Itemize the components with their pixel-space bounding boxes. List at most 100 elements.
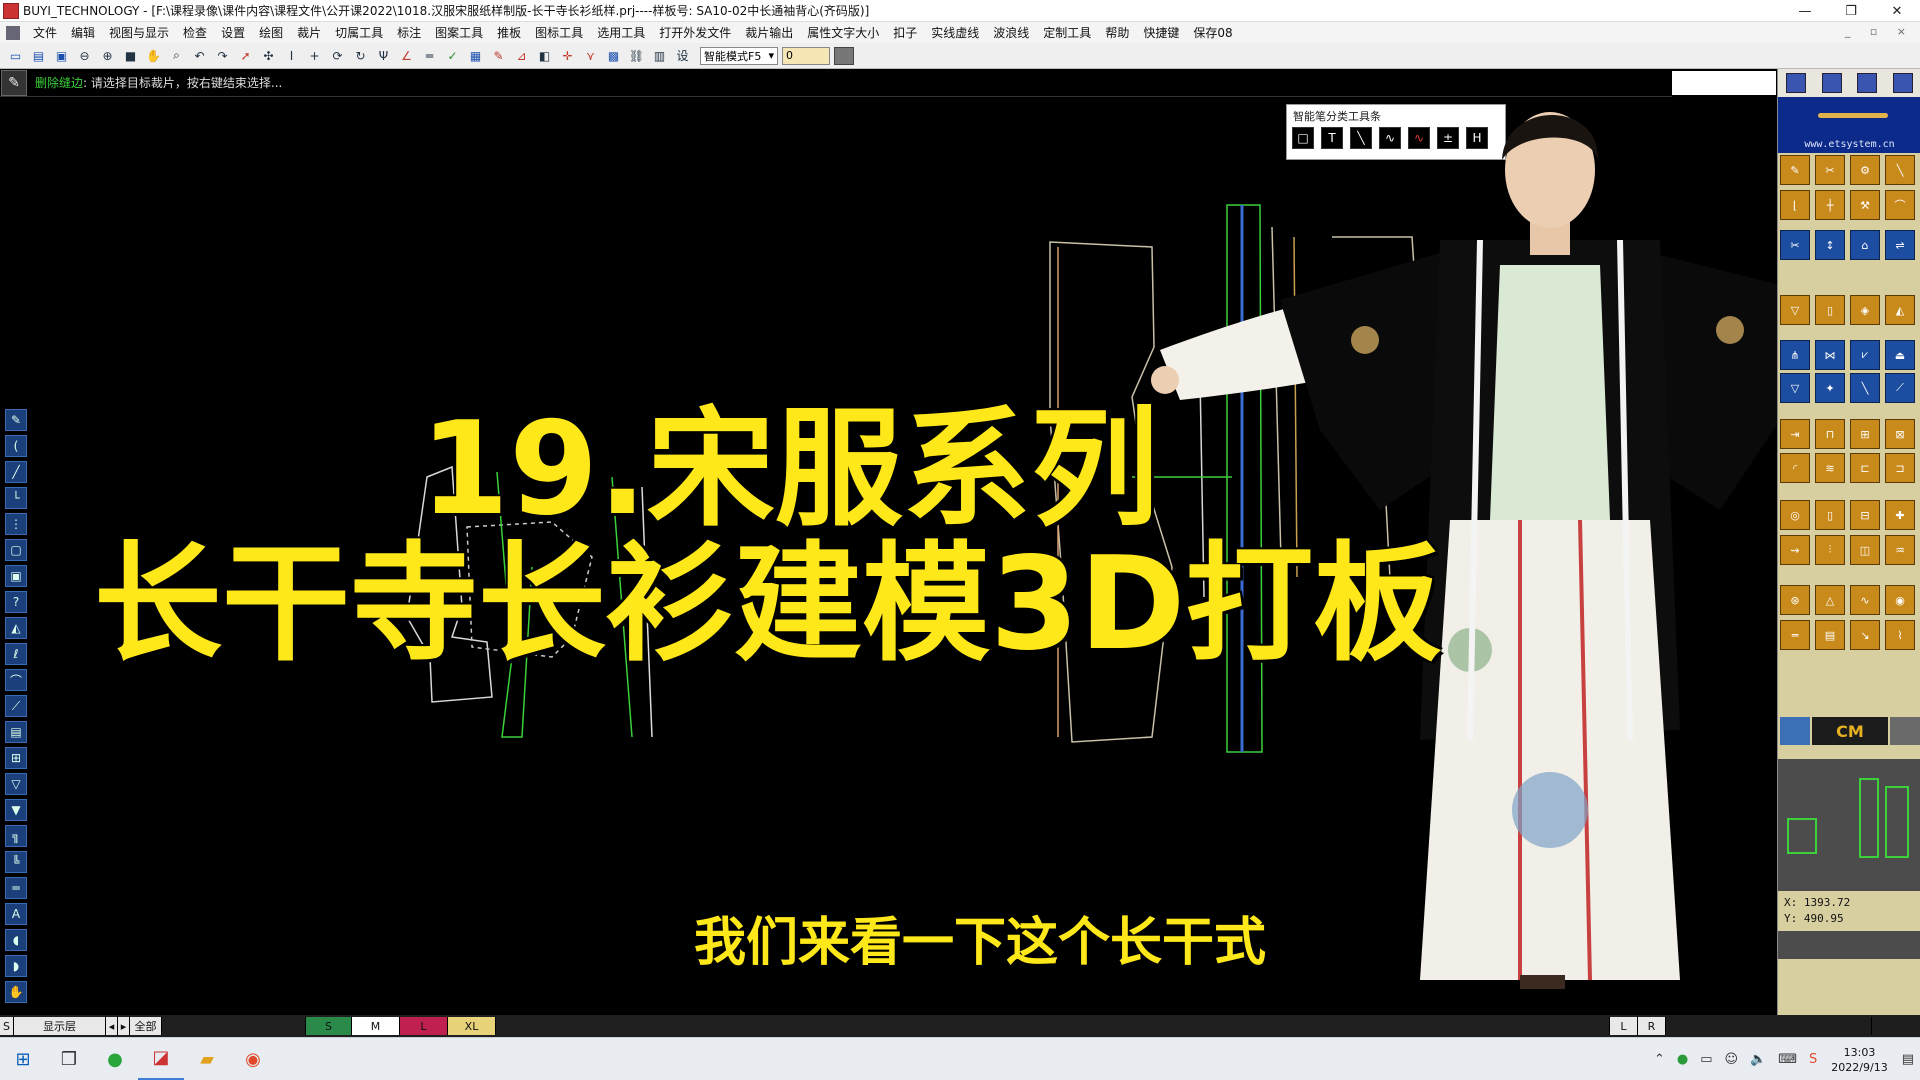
volume-icon[interactable]: 🔈 [1750, 1052, 1766, 1067]
right-tool-20-icon[interactable]: ⏏ [1885, 340, 1915, 370]
right-tool-9-icon[interactable]: ✂ [1780, 230, 1810, 260]
scroll-right-icon[interactable]: ▸ [118, 1017, 130, 1035]
clock[interactable]: 13:03 2022/9/13 [1831, 1045, 1887, 1075]
size-l-button[interactable]: L [400, 1017, 448, 1035]
menu-edit[interactable]: 编辑 [64, 24, 102, 41]
right-tool-26-icon[interactable]: ⊓ [1815, 419, 1845, 449]
right-tool-17-icon[interactable]: ⋔ [1780, 340, 1810, 370]
save-icon[interactable]: ▣ [52, 46, 71, 65]
right-tool-44-icon[interactable]: ◉ [1885, 585, 1915, 615]
right-tool-41-icon[interactable]: ⊛ [1780, 585, 1810, 615]
undo-icon[interactable]: ↶ [190, 46, 209, 65]
right-tool-13-icon[interactable]: ▽ [1780, 295, 1810, 325]
input-method-icon[interactable]: S [1809, 1052, 1817, 1067]
right-tool-2-icon[interactable]: ✂ [1815, 155, 1845, 185]
user-icon[interactable]: ☺ [1725, 1052, 1739, 1067]
right-tool-37-icon[interactable]: ⇝ [1780, 535, 1810, 565]
menu-settings[interactable]: 设置 [214, 24, 252, 41]
panel-icon-4[interactable] [1893, 73, 1914, 93]
scroll-left-icon[interactable]: ◂ [106, 1017, 118, 1035]
right-tool-43-icon[interactable]: ∿ [1850, 585, 1880, 615]
fit-view-icon[interactable]: ■ [121, 46, 140, 65]
all-sizes-button[interactable]: 全部 [130, 1017, 162, 1035]
right-tool-24-icon[interactable]: ⟋ [1885, 373, 1915, 403]
menu-cut-tools[interactable]: 切属工具 [328, 24, 390, 41]
slope-tool-icon[interactable]: ⟋ [5, 695, 27, 717]
mdi-controls[interactable]: _ ▫ × [1845, 25, 1914, 38]
right-tool-1-icon[interactable]: ✎ [1780, 155, 1810, 185]
new-file-icon[interactable]: ▭ [6, 46, 25, 65]
right-tool-32-icon[interactable]: ⊐ [1885, 453, 1915, 483]
menu-custom-tools[interactable]: 定制工具 [1036, 24, 1098, 41]
right-tool-42-icon[interactable]: △ [1815, 585, 1845, 615]
right-tool-33-icon[interactable]: ◎ [1780, 500, 1810, 530]
color-palette-icon[interactable]: ◧ [535, 46, 554, 65]
seam-tool-icon[interactable]: ╚ [5, 851, 27, 873]
grade-tool-icon[interactable]: ⊞ [5, 747, 27, 769]
parallel-line-icon[interactable]: ═ [420, 46, 439, 65]
hand-tool-icon[interactable]: ✋ [5, 981, 27, 1003]
menu-shortcuts[interactable]: 快捷键 [1136, 24, 1186, 41]
menu-pieces[interactable]: 裁片 [290, 24, 328, 41]
pen-tool-icon[interactable]: ✎ [489, 46, 508, 65]
mode-select[interactable]: 智能模式F5 ▾ [700, 46, 778, 65]
panel-icon-1[interactable] [1785, 73, 1806, 93]
select-arrow-icon[interactable]: ➚ [236, 46, 255, 65]
right-tool-14-icon[interactable]: ▯ [1815, 295, 1845, 325]
menu-icon-tools[interactable]: 图标工具 [528, 24, 590, 41]
file-explorer-icon[interactable]: ▰ [184, 1038, 230, 1080]
right-tool-19-icon[interactable]: ⩗ [1850, 340, 1880, 370]
right-tool-8-icon[interactable]: ⌒ [1885, 190, 1915, 220]
dart-icon[interactable]: ▽ [5, 773, 27, 795]
right-tool-45-icon[interactable]: ═ [1780, 620, 1810, 650]
wechat-icon[interactable]: ● [92, 1038, 138, 1080]
right-tool-25-icon[interactable]: ⇥ [1780, 419, 1810, 449]
dart-tool-icon[interactable]: ⋎ [581, 46, 600, 65]
notification-icon[interactable]: ▤ [1902, 1052, 1914, 1067]
right-tool-22-icon[interactable]: ✦ [1815, 373, 1845, 403]
menu-annotate[interactable]: 标注 [390, 24, 428, 41]
right-tool-3-icon[interactable]: ⚙ [1850, 155, 1880, 185]
zoom-out-icon[interactable]: ⊖ [75, 46, 94, 65]
check-mark-icon[interactable]: ✓ [443, 46, 462, 65]
size-s-button[interactable]: S [306, 1017, 352, 1035]
size-m-button[interactable]: M [352, 1017, 400, 1035]
save-piece-tool-icon[interactable]: ▤ [5, 721, 27, 743]
text-cursor-icon[interactable]: I [282, 46, 301, 65]
right-tool-40-icon[interactable]: ♒ [1885, 535, 1915, 565]
zoom-in-icon[interactable]: ⊕ [98, 46, 117, 65]
right-tool-39-icon[interactable]: ◫ [1850, 535, 1880, 565]
tray-app-icon[interactable]: ● [1677, 1052, 1688, 1067]
grid-tool-icon[interactable]: ▦ [466, 46, 485, 65]
right-tool-11-icon[interactable]: ⌂ [1850, 230, 1880, 260]
fold-tool-icon[interactable]: ▼ [5, 799, 27, 821]
right-tool-23-icon[interactable]: ╲ [1850, 373, 1880, 403]
right-tool-29-icon[interactable]: ◜ [1780, 453, 1810, 483]
measure-tool-icon[interactable]: ⊿ [512, 46, 531, 65]
menu-pattern-tools[interactable]: 图案工具 [428, 24, 490, 41]
right-tool-46-icon[interactable]: ▤ [1815, 620, 1845, 650]
right-tool-10-icon[interactable]: ↕ [1815, 230, 1845, 260]
restore-button[interactable]: ❐ [1828, 0, 1874, 22]
value-input[interactable]: 0 [782, 46, 830, 65]
chevron-up-icon[interactable]: ⌃ [1654, 1052, 1665, 1067]
zoom-window-icon[interactable]: ⌕ [167, 46, 186, 65]
right-tool-18-icon[interactable]: ⋈ [1815, 340, 1845, 370]
cross-icon[interactable]: + [305, 46, 324, 65]
pan-hand-icon[interactable]: ✋ [144, 46, 163, 65]
right-tool-36-icon[interactable]: ✚ [1885, 500, 1915, 530]
menu-grading[interactable]: 推板 [490, 24, 528, 41]
network-icon[interactable]: ▭ [1700, 1052, 1712, 1067]
menu-wave-line[interactable]: 波浪线 [986, 24, 1036, 41]
snap-tool-icon[interactable]: ✛ [558, 46, 577, 65]
menu-draw[interactable]: 绘图 [252, 24, 290, 41]
menu-attr-text-size[interactable]: 属性文字大小 [800, 24, 886, 41]
notch-tool-icon[interactable]: ╗ [5, 825, 27, 847]
angle-line-icon[interactable]: ∠ [397, 46, 416, 65]
right-tool-5-icon[interactable]: ⌊ [1780, 190, 1810, 220]
unit-label[interactable]: CM [1812, 717, 1888, 745]
open-folder-icon[interactable]: ▤ [29, 46, 48, 65]
display-layer-button[interactable]: 显示层 [14, 1017, 106, 1035]
right-tool-21-icon[interactable]: ▽ [1780, 373, 1810, 403]
menu-check[interactable]: 检查 [176, 24, 214, 41]
